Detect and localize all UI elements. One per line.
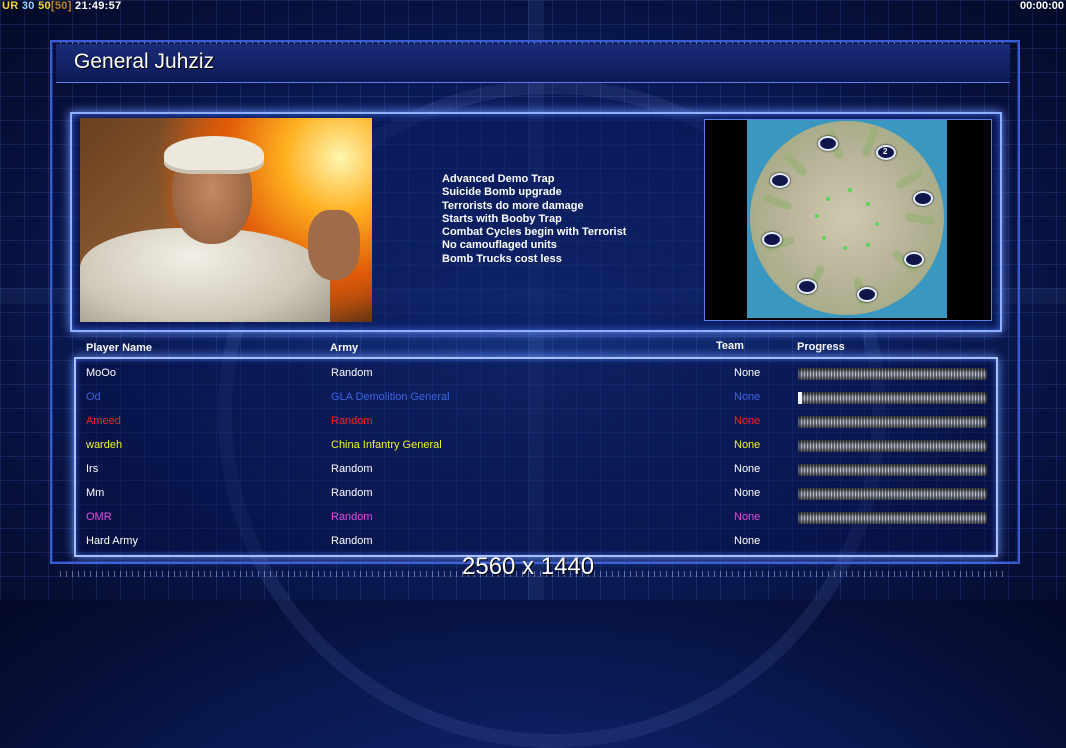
player-name: Mm [86, 487, 105, 499]
bonus-item: No camouflaged units [442, 239, 557, 252]
column-header-progress: Progress [797, 341, 845, 353]
player-army: Random [331, 367, 373, 379]
performance-overlay: UR 30 50[50] 21:49:57 [2, 0, 121, 12]
player-row[interactable]: OMR Random None [0, 505, 1066, 529]
player-name: Ameed [86, 415, 121, 427]
player-team: None [734, 415, 761, 427]
player-name: Hard Army [86, 535, 138, 547]
player-row[interactable]: Hard Army Random None [0, 529, 1066, 553]
start-position-marker [762, 232, 782, 247]
player-army: GLA Demolition General [331, 391, 450, 403]
player-name: Od [86, 391, 101, 403]
player-name: wardeh [86, 439, 123, 451]
map-tree [822, 236, 826, 240]
start-position-marker [770, 173, 790, 188]
bonus-item: Combat Cycles begin with Terrorist [442, 226, 627, 239]
progress-bar [798, 464, 987, 476]
map-tree [848, 188, 852, 192]
progress-bar [798, 368, 987, 380]
map-tree [843, 246, 847, 250]
player-team: None [734, 511, 761, 523]
player-team: None [734, 487, 761, 499]
map-tree [866, 243, 870, 247]
bonus-item: Starts with Booby Trap [442, 212, 562, 225]
ur-value-3: [50] [50, 0, 72, 12]
player-team: None [734, 367, 761, 379]
start-position-label: 2 [883, 147, 888, 156]
game-timer: 00:00:00 [1019, 0, 1064, 12]
player-name: OMR [86, 511, 112, 523]
resolution-label: 2560 x 1440 [462, 553, 595, 580]
start-position-marker [857, 287, 877, 302]
player-team: None [734, 535, 761, 547]
start-position-marker [913, 191, 933, 206]
general-bonus-list: Advanced Demo Trap Suicide Bomb upgrade … [442, 173, 626, 266]
general-portrait [80, 118, 372, 322]
portrait-hand [308, 210, 360, 280]
page-title: General Juhziz [74, 50, 215, 73]
progress-bar [798, 512, 987, 524]
player-army: Random [331, 463, 373, 475]
column-header-army: Army [330, 342, 359, 354]
column-header-team: Team [716, 340, 744, 352]
map-tree [866, 202, 870, 206]
player-team: None [734, 463, 761, 475]
map-tree [875, 222, 879, 226]
player-army: Random [331, 535, 373, 547]
player-army: Random [331, 511, 373, 523]
player-name: Irs [86, 463, 99, 475]
clock: 21:49:57 [75, 0, 122, 12]
progress-bar [798, 416, 987, 428]
ur-value-1: 30 [21, 0, 35, 12]
map-tree [826, 197, 830, 201]
progress-bar-fill [798, 392, 802, 404]
player-row[interactable]: MoOo Random None [0, 361, 1066, 385]
bonus-item: Suicide Bomb upgrade [442, 186, 562, 199]
portrait-headwrap [164, 136, 264, 174]
player-army: China Infantry General [331, 439, 442, 451]
ur-label: UR [2, 0, 19, 12]
player-row[interactable]: Ameed Random None [0, 409, 1066, 433]
start-position-marker [797, 279, 817, 294]
player-row[interactable]: Mm Random None [0, 481, 1066, 505]
player-team: None [734, 391, 761, 403]
bonus-item: Bomb Trucks cost less [442, 252, 562, 265]
player-army: Random [331, 415, 373, 427]
map-tree [815, 214, 819, 218]
bonus-item: Terrorists do more damage [442, 199, 584, 212]
progress-bar [798, 440, 987, 452]
start-position-marker [904, 252, 924, 267]
progress-bar [798, 392, 987, 404]
player-army: Random [331, 487, 373, 499]
player-row[interactable]: Irs Random None [0, 457, 1066, 481]
column-header-player-name: Player Name [86, 342, 153, 354]
bonus-item: Advanced Demo Trap [442, 173, 555, 185]
progress-bar [798, 488, 987, 500]
start-position-marker [818, 136, 838, 151]
ur-value-2: 50 [38, 0, 51, 12]
player-name: MoOo [86, 367, 116, 379]
player-row[interactable]: Od GLA Demolition General None [0, 385, 1066, 409]
player-row[interactable]: wardeh China Infantry General None [0, 433, 1066, 457]
player-team: None [734, 439, 761, 451]
